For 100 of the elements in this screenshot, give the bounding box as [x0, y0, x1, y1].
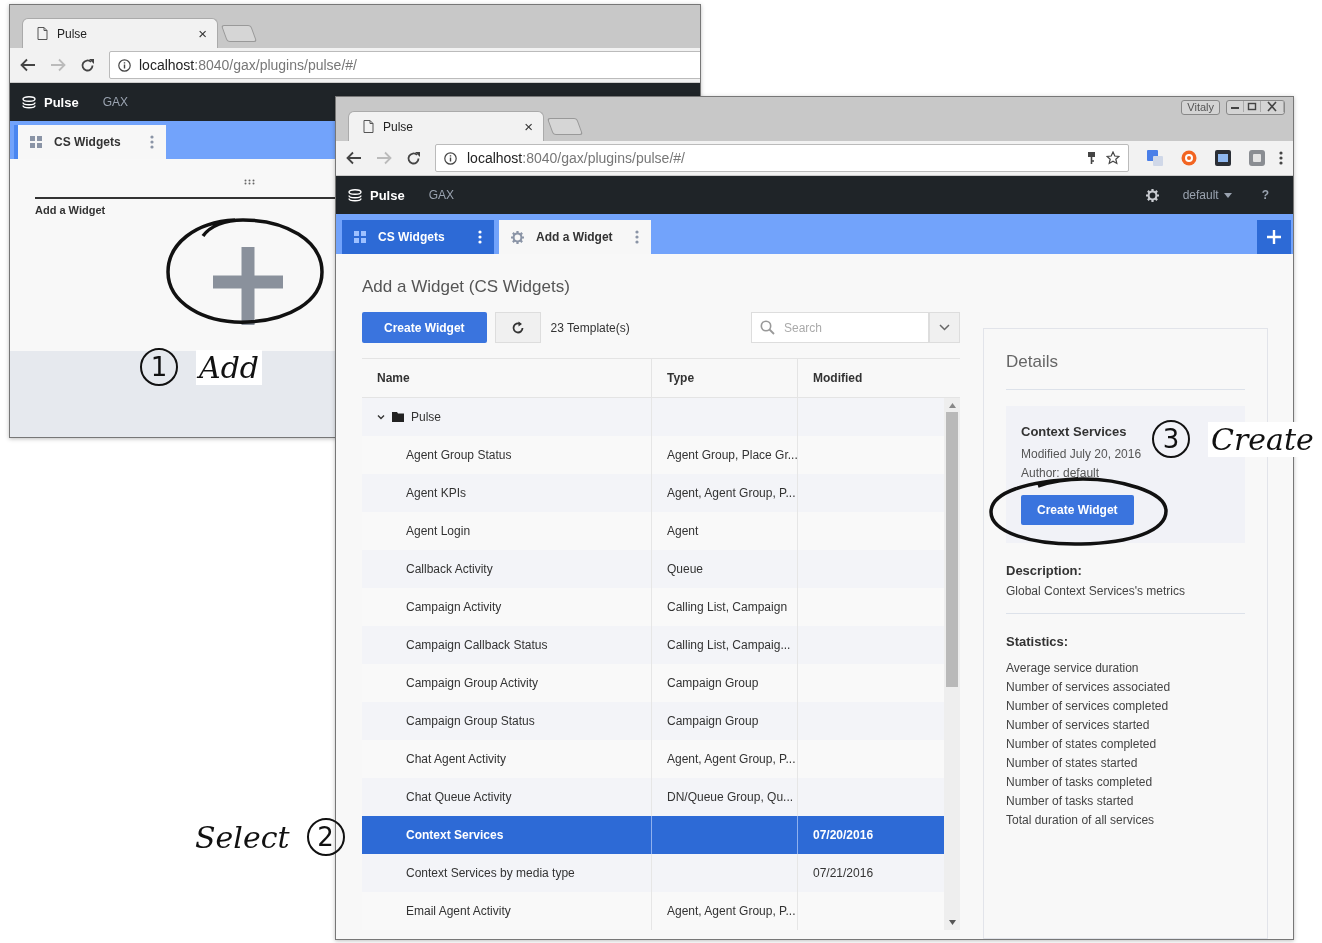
table-row[interactable]: Context Services by media type 07/21/2016: [362, 854, 944, 892]
browser-tab[interactable]: Pulse ×: [22, 18, 218, 48]
url-text: localhost:8040/gax/plugins/pulse/#/: [139, 57, 357, 73]
reload-icon[interactable]: [406, 150, 421, 166]
address-bar[interactable]: localhost:8040/gax/plugins/pulse/#/: [109, 51, 700, 79]
step-number: 1: [140, 348, 178, 386]
tab-title: Pulse: [383, 119, 414, 134]
gear-icon: [511, 230, 524, 244]
add-tab-button[interactable]: [1257, 220, 1291, 254]
column-header[interactable]: Type: [652, 359, 798, 397]
caret-down-icon[interactable]: [377, 413, 385, 421]
kebab-menu-icon[interactable]: [478, 230, 482, 244]
app-name[interactable]: Pulse: [370, 187, 405, 203]
table-cell: Agent Group, Place Gr...: [667, 448, 798, 462]
statistics-label: Statistics:: [1006, 634, 1070, 649]
widget-tab[interactable]: CS Widgets: [342, 220, 494, 254]
add-widget-plus-icon[interactable]: [213, 247, 283, 325]
widget-tab[interactable]: Add a Widget: [499, 220, 651, 254]
nav-link[interactable]: GAX: [102, 95, 129, 109]
table-cell: Agent, Agent Group, P...: [667, 486, 796, 500]
folder-name[interactable]: Pulse: [411, 410, 442, 424]
create-widget-button[interactable]: Create Widget: [1021, 495, 1134, 525]
table-row[interactable]: Context Services 07/20/2016: [362, 816, 944, 854]
table-cell: Calling List, Campaig...: [667, 638, 791, 652]
statistic-item: Number of tasks started: [1006, 793, 1135, 810]
table-cell: Agent Group Status: [406, 448, 512, 462]
help-link[interactable]: ?: [1261, 188, 1269, 202]
table-cell: Chat Agent Activity: [406, 752, 507, 766]
refresh-icon: [510, 320, 525, 335]
table-cell: Campaign Activity: [406, 600, 502, 614]
table-row[interactable]: Callback Activity Queue: [362, 550, 944, 588]
template-count: 23 Template(s): [550, 320, 630, 335]
widget-tab[interactable]: CS Widgets: [14, 125, 166, 159]
statistic-item: Number of states started: [1006, 755, 1139, 772]
user-menu[interactable]: default: [1182, 188, 1232, 202]
stack-icon: [22, 95, 36, 109]
scrollbar[interactable]: [944, 398, 960, 930]
table-cell: 07/21/2016: [813, 866, 874, 880]
extension-icon[interactable]: [1181, 150, 1197, 166]
statistic-item: Average service duration: [1006, 660, 1140, 677]
scroll-down-icon[interactable]: [948, 920, 956, 925]
drag-handle-icon[interactable]: [244, 179, 255, 185]
step-number: 2: [306, 818, 345, 856]
reload-icon[interactable]: [80, 57, 95, 73]
table-cell: 07/20/2016: [813, 828, 874, 842]
column-header[interactable]: Name: [362, 359, 652, 397]
table-cell: Campaign Group Status: [406, 714, 535, 728]
close-tab-button[interactable]: ×: [198, 25, 207, 42]
table-cell: Context Services: [406, 828, 504, 842]
table-cell: Agent: [667, 524, 699, 538]
stack-icon: [348, 188, 362, 202]
scroll-up-icon[interactable]: [948, 403, 956, 408]
table-row[interactable]: Agent KPIs Agent, Agent Group, P...: [362, 474, 944, 512]
table-row[interactable]: Chat Queue Activity DN/Queue Group, Qu...: [362, 778, 944, 816]
extension-icon[interactable]: [1215, 150, 1231, 166]
table-cell: Agent, Agent Group, P...: [667, 904, 796, 918]
step-number: 3: [1152, 420, 1190, 458]
page-icon: [363, 120, 374, 133]
statistic-item: Number of states completed: [1006, 736, 1158, 753]
grid-icon: [30, 136, 42, 148]
refresh-button[interactable]: [494, 312, 541, 343]
app-name[interactable]: Pulse: [44, 94, 79, 110]
address-bar[interactable]: localhost:8040/gax/plugins/pulse/#/: [435, 144, 1129, 172]
search-icon: [760, 320, 775, 335]
browser-tab[interactable]: Pulse ×: [348, 111, 544, 141]
table-cell: Calling List, Campaign: [667, 600, 788, 614]
nav-link[interactable]: GAX: [428, 188, 455, 202]
user-badge[interactable]: Vitaly: [1181, 100, 1220, 115]
kebab-menu-icon[interactable]: [1279, 151, 1283, 165]
template-name: Context Services: [1021, 424, 1127, 439]
column-header[interactable]: Modified: [798, 359, 944, 397]
create-widget-button[interactable]: Create Widget: [362, 312, 487, 343]
table-row[interactable]: Campaign Group Status Campaign Group: [362, 702, 944, 740]
back-icon[interactable]: [20, 58, 36, 72]
folder-icon: [392, 412, 404, 422]
search-field[interactable]: Search: [751, 312, 929, 343]
table-cell: Queue: [667, 562, 704, 576]
widget-label: Add a Widget: [35, 204, 106, 216]
plus-icon: [1267, 230, 1281, 244]
table-cell: DN/Queue Group, Qu...: [667, 790, 794, 804]
back-icon[interactable]: [346, 151, 362, 165]
key-icon[interactable]: [1087, 151, 1096, 165]
close-tab-button[interactable]: ×: [524, 118, 533, 135]
chevron-down-icon: [939, 324, 950, 331]
statistic-item: Number of tasks completed: [1006, 774, 1154, 791]
description-label: Description:: [1006, 563, 1083, 578]
author-text: Author: default: [1021, 465, 1100, 482]
info-icon[interactable]: [444, 151, 457, 165]
info-icon[interactable]: [118, 58, 131, 72]
table-row[interactable]: Campaign Callback Status Calling List, Campaig...: [362, 626, 944, 664]
star-icon[interactable]: [1106, 151, 1120, 165]
extension-icon[interactable]: [1147, 150, 1163, 166]
annotation-label: Add: [196, 349, 263, 385]
statistic-item: Number of services associated: [1006, 679, 1172, 696]
panel-title: Details: [1006, 351, 1059, 373]
table-cell: Campaign Callback Status: [406, 638, 548, 652]
table-cell: Campaign Group: [667, 676, 759, 690]
statistic-item: Number of services started: [1006, 717, 1151, 734]
description-text: Global Context Services's metrics: [1006, 583, 1186, 600]
page-title: Add a Widget (CS Widgets): [362, 276, 571, 298]
